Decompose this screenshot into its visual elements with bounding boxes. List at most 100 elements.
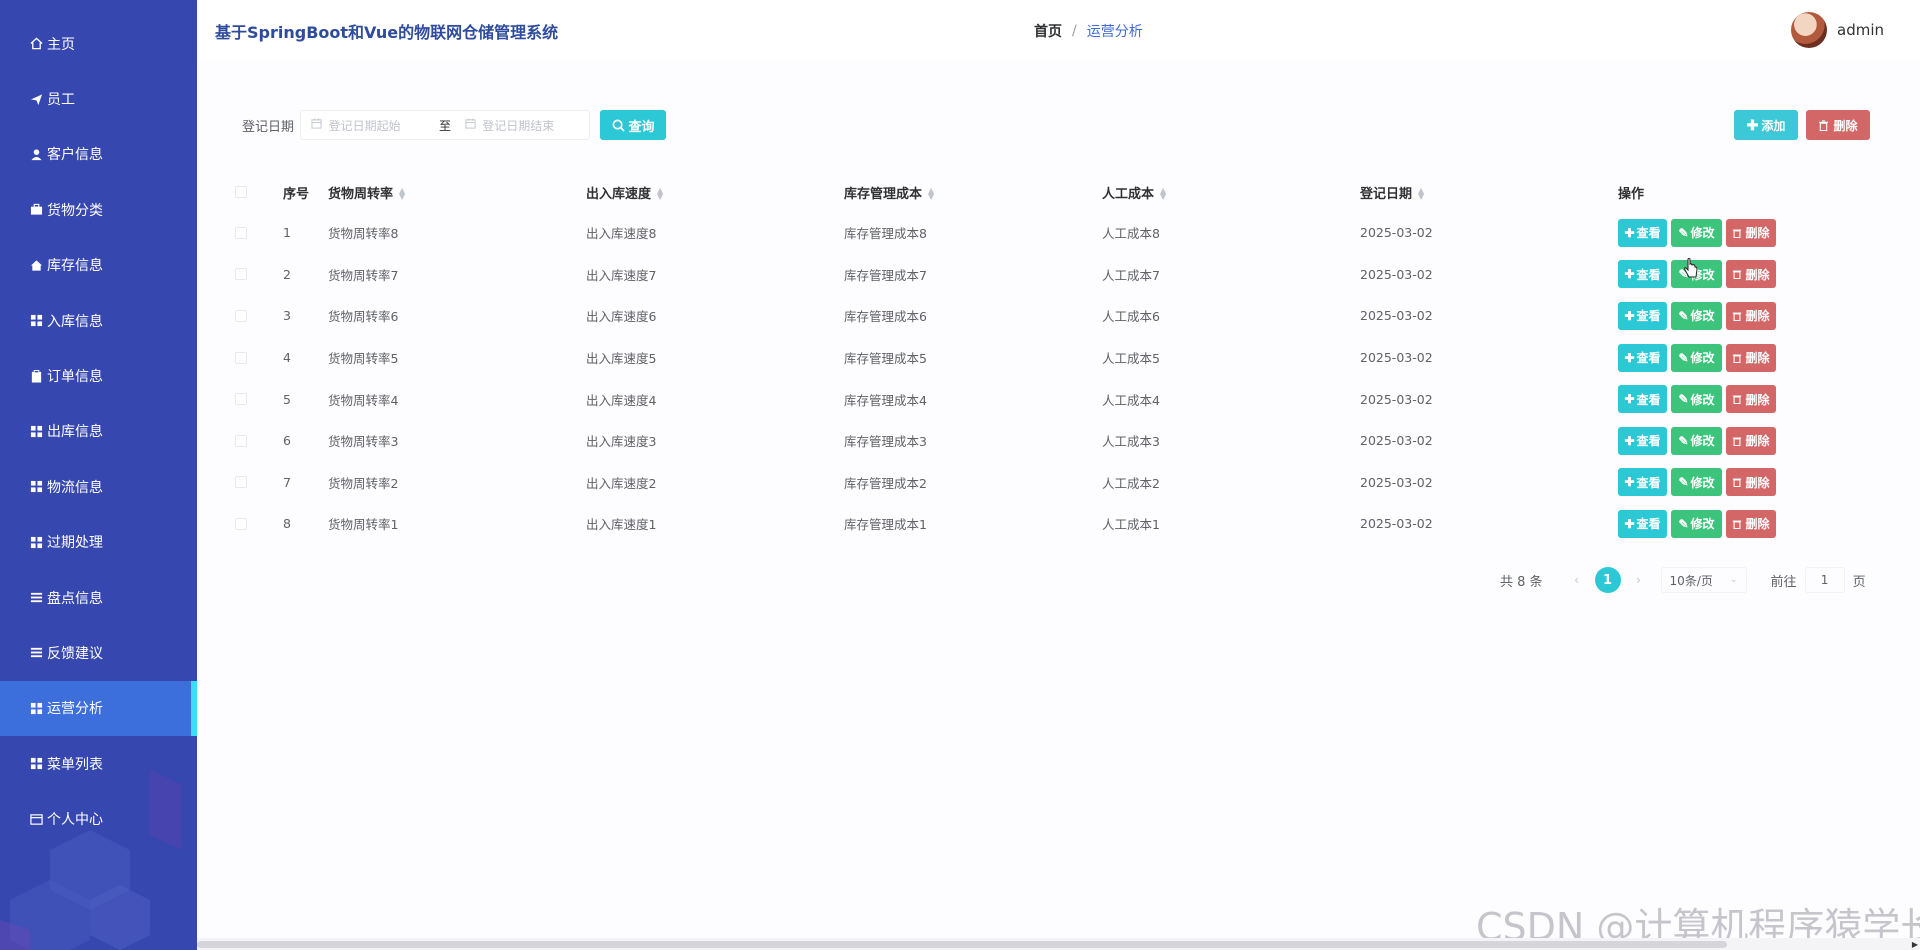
edit-icon: ✎ xyxy=(1678,433,1689,448)
page-number-current[interactable]: 1 xyxy=(1594,567,1621,593)
sidebar-item-label: 客户信息 xyxy=(47,147,103,164)
goto-page-input[interactable]: 1 xyxy=(1804,567,1845,593)
table-row[interactable]: 8 货物周转率1 出入库速度1 库存管理成本1 人工成本1 2025-03-02 ✚ 查看 ✎ 修… xyxy=(235,503,1885,545)
view-button[interactable]: ✚ 查看 xyxy=(1618,301,1667,330)
batch-delete-label: 删除 xyxy=(1833,118,1858,133)
view-button[interactable]: ✚ 查看 xyxy=(1618,260,1667,289)
plus-icon: ✚ xyxy=(1624,516,1635,531)
row-checkbox[interactable] xyxy=(235,226,247,239)
view-button-label: 查看 xyxy=(1636,517,1661,532)
header-turnover[interactable]: 货物周转率 ▲ ▼ xyxy=(328,183,586,202)
data-table: 序号 货物周转率 ▲ ▼ 出入库速度 ▲ ▼ 库存管理成本 ▲ ▼ 人工成本 ▲ ▼ 登记日期 ▲… xyxy=(235,172,1885,545)
prev-page-button[interactable]: ‹ xyxy=(1567,573,1587,587)
avatar[interactable] xyxy=(1791,12,1827,48)
view-button[interactable]: ✚ 查看 xyxy=(1618,468,1667,497)
sidebar-item-2[interactable]: 客户信息 xyxy=(0,127,197,182)
delete-button-label: 删除 xyxy=(1745,309,1770,324)
sort-icon[interactable]: ▲ ▼ xyxy=(1418,187,1424,201)
table-row[interactable]: 7 货物周转率2 出入库速度2 库存管理成本2 人工成本2 2025-03-02 ✚ 查看 ✎ 修… xyxy=(235,462,1885,504)
row-checkbox[interactable] xyxy=(235,434,247,447)
edit-button[interactable]: ✎ 修改 xyxy=(1671,426,1722,455)
plus-icon: ✚ xyxy=(1624,350,1635,365)
table-row[interactable]: 2 货物周转率7 出入库速度7 库存管理成本7 人工成本7 2025-03-02 ✚ 查看 ✎ 修… xyxy=(235,254,1885,296)
delete-button-label: 删除 xyxy=(1745,434,1770,449)
delete-button-label: 删除 xyxy=(1745,351,1770,366)
sidebar-item-4[interactable]: 库存信息 xyxy=(0,238,197,293)
sort-icon[interactable]: ▲ ▼ xyxy=(928,187,934,201)
next-page-button[interactable]: › xyxy=(1629,573,1649,587)
page-size-select[interactable]: 10条/页 ⌄ xyxy=(1660,567,1747,593)
row-checkbox[interactable] xyxy=(235,268,247,281)
edit-button[interactable]: ✎ 修改 xyxy=(1671,509,1722,538)
sidebar-item-label: 菜单列表 xyxy=(47,756,103,773)
scroll-right-icon[interactable]: ▶ xyxy=(1912,940,1918,949)
sidebar-item-11[interactable]: 反馈建议 xyxy=(0,625,197,680)
sort-icon[interactable]: ▲ ▼ xyxy=(399,187,405,201)
cell-c: 库存管理成本3 xyxy=(844,434,927,450)
delete-button[interactable]: 删除 xyxy=(1726,301,1776,330)
grid-icon xyxy=(29,480,43,494)
delete-button[interactable]: 删除 xyxy=(1726,426,1776,455)
sidebar-item-7[interactable]: 出库信息 xyxy=(0,404,197,459)
add-button[interactable]: ✚ 添加 xyxy=(1734,110,1798,140)
sidebar-item-label: 过期处理 xyxy=(47,535,103,552)
view-button[interactable]: ✚ 查看 xyxy=(1618,509,1667,538)
sidebar-item-1[interactable]: 员工 xyxy=(0,71,197,126)
row-checkbox[interactable] xyxy=(235,393,247,406)
sort-icon[interactable]: ▲ ▼ xyxy=(1160,187,1166,201)
sidebar-item-5[interactable]: 入库信息 xyxy=(0,293,197,348)
table-row[interactable]: 4 货物周转率5 出入库速度5 库存管理成本5 人工成本5 2025-03-02 ✚ 查看 ✎ 修… xyxy=(235,337,1885,379)
view-button[interactable]: ✚ 查看 xyxy=(1618,385,1667,414)
sidebar-item-9[interactable]: 过期处理 xyxy=(0,515,197,570)
horizontal-scrollbar[interactable]: ▶ xyxy=(197,938,1920,950)
table-row[interactable]: 6 货物周转率3 出入库速度3 库存管理成本3 人工成本3 2025-03-02 ✚ 查看 ✎ 修… xyxy=(235,420,1885,462)
delete-button[interactable]: 删除 xyxy=(1726,509,1776,538)
row-checkbox[interactable] xyxy=(235,517,247,530)
sidebar-item-8[interactable]: 物流信息 xyxy=(0,459,197,514)
sidebar-item-label: 货物分类 xyxy=(47,202,103,219)
date-end-input[interactable]: 登记日期结束 xyxy=(482,117,589,134)
view-button[interactable]: ✚ 查看 xyxy=(1618,426,1667,455)
view-button-label: 查看 xyxy=(1636,226,1661,241)
select-all-checkbox[interactable] xyxy=(235,186,247,198)
edit-button[interactable]: ✎ 修改 xyxy=(1671,468,1722,497)
table-row[interactable]: 5 货物周转率4 出入库速度4 库存管理成本4 人工成本4 2025-03-02 ✚ 查看 ✎ 修… xyxy=(235,378,1885,420)
breadcrumb-home[interactable]: 首页 xyxy=(1034,21,1062,41)
delete-button[interactable]: 删除 xyxy=(1726,385,1776,414)
sidebar-item-13[interactable]: 菜单列表 xyxy=(0,736,197,791)
edit-button[interactable]: ✎ 修改 xyxy=(1671,343,1722,372)
row-checkbox[interactable] xyxy=(235,309,247,322)
sidebar-item-0[interactable]: 主页 xyxy=(0,16,197,71)
search-button[interactable]: 查询 xyxy=(600,110,667,140)
batch-delete-button[interactable]: 删除 xyxy=(1806,110,1870,140)
header-io-speed[interactable]: 出入库速度 ▲ ▼ xyxy=(586,183,844,202)
sidebar-item-6[interactable]: 订单信息 xyxy=(0,348,197,403)
sidebar-item-14[interactable]: 个人中心 xyxy=(0,791,197,846)
delete-button[interactable]: 删除 xyxy=(1726,260,1776,289)
header-register-date[interactable]: 登记日期 ▲ ▼ xyxy=(1360,183,1618,202)
edit-button[interactable]: ✎ 修改 xyxy=(1671,385,1722,414)
header-labor-cost[interactable]: 人工成本 ▲ ▼ xyxy=(1102,183,1360,202)
row-checkbox[interactable] xyxy=(235,476,247,489)
date-start-input[interactable]: 登记日期起始 xyxy=(329,117,436,134)
date-range-picker[interactable]: 登记日期起始 至 登记日期结束 xyxy=(300,110,591,140)
sort-icon[interactable]: ▲ ▼ xyxy=(657,187,663,201)
edit-button[interactable]: ✎ 修改 xyxy=(1671,218,1722,247)
row-checkbox[interactable] xyxy=(235,351,247,364)
view-button[interactable]: ✚ 查看 xyxy=(1618,343,1667,372)
sidebar-item-3[interactable]: 货物分类 xyxy=(0,182,197,237)
user-menu[interactable]: admin xyxy=(1791,12,1884,48)
scrollbar-thumb[interactable] xyxy=(197,941,1727,948)
view-button[interactable]: ✚ 查看 xyxy=(1618,218,1667,247)
delete-button[interactable]: 删除 xyxy=(1726,343,1776,372)
username[interactable]: admin xyxy=(1837,21,1884,39)
table-row[interactable]: 3 货物周转率6 出入库速度6 库存管理成本6 人工成本6 2025-03-02 ✚ 查看 ✎ 修… xyxy=(235,295,1885,337)
table-row[interactable]: 1 货物周转率8 出入库速度8 库存管理成本8 人工成本8 2025-03-02 ✚ 查看 ✎ 修… xyxy=(235,212,1885,254)
header-inventory-cost[interactable]: 库存管理成本 ▲ ▼ xyxy=(844,183,1102,202)
sidebar-item-12[interactable]: 运营分析 xyxy=(0,680,197,737)
sidebar-item-label: 订单信息 xyxy=(47,369,103,386)
edit-button[interactable]: ✎ 修改 xyxy=(1671,301,1722,330)
delete-button[interactable]: 删除 xyxy=(1726,218,1776,247)
sidebar-item-10[interactable]: 盘点信息 xyxy=(0,570,197,625)
delete-button[interactable]: 删除 xyxy=(1726,468,1776,497)
